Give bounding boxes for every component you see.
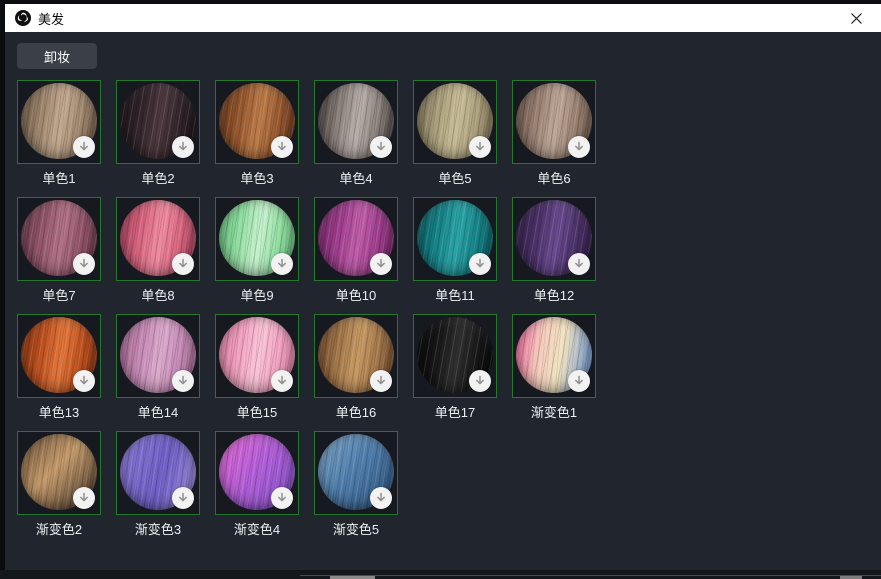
hair-swatch-frame (116, 80, 200, 164)
hair-style-dialog: 美发 卸妆 单色1 (5, 4, 881, 570)
download-icon[interactable] (73, 136, 95, 158)
download-icon[interactable] (172, 253, 194, 275)
hair-swatch-label: 单色10 (314, 287, 398, 304)
hair-swatch-frame (314, 314, 398, 398)
hair-swatch-frame (314, 431, 398, 515)
hair-swatch-tile[interactable]: 单色14 (116, 314, 200, 421)
hair-swatch-label: 单色2 (116, 170, 200, 187)
hair-swatch-frame (17, 431, 101, 515)
hair-swatch-label: 单色12 (512, 287, 596, 304)
hair-swatch-tile[interactable]: 单色6 (512, 80, 596, 187)
hair-swatch-frame (512, 314, 596, 398)
hair-swatch-tile[interactable]: 单色16 (314, 314, 398, 421)
hair-swatch-tile[interactable]: 单色8 (116, 197, 200, 304)
hair-swatch-grid: 单色1 单色2 单色3 (17, 80, 596, 538)
hair-swatch-label: 单色6 (512, 170, 596, 187)
dialog-body: 卸妆 单色1 单色2 (5, 32, 881, 570)
hair-swatch-tile[interactable]: 渐变色3 (116, 431, 200, 538)
download-icon[interactable] (271, 487, 293, 509)
hair-swatch-tile[interactable]: 单色10 (314, 197, 398, 304)
hair-swatch-label: 单色3 (215, 170, 299, 187)
download-icon[interactable] (370, 136, 392, 158)
hair-swatch-label: 单色7 (17, 287, 101, 304)
hair-swatch-label: 单色8 (116, 287, 200, 304)
hair-swatch-label: 单色5 (413, 170, 497, 187)
hair-swatch-label: 渐变色5 (314, 521, 398, 538)
close-button[interactable] (843, 6, 869, 30)
hair-swatch-tile[interactable]: 渐变色4 (215, 431, 299, 538)
dialog-title: 美发 (38, 9, 64, 28)
hair-swatch-frame (215, 197, 299, 281)
hair-swatch-frame (314, 197, 398, 281)
hair-swatch-tile[interactable]: 单色4 (314, 80, 398, 187)
hair-swatch-tile[interactable]: 单色13 (17, 314, 101, 421)
download-icon[interactable] (73, 487, 95, 509)
download-icon[interactable] (172, 370, 194, 392)
download-icon[interactable] (370, 253, 392, 275)
hair-swatch-label: 单色17 (413, 404, 497, 421)
hair-swatch-label: 单色4 (314, 170, 398, 187)
download-icon[interactable] (469, 370, 491, 392)
background-accent-line (300, 575, 881, 576)
hair-swatch-frame (116, 314, 200, 398)
hair-swatch-label: 单色1 (17, 170, 101, 187)
download-icon[interactable] (568, 136, 590, 158)
hair-swatch-frame (314, 80, 398, 164)
hair-swatch-tile[interactable]: 单色7 (17, 197, 101, 304)
hair-swatch-tile[interactable]: 单色3 (215, 80, 299, 187)
hair-swatch-tile[interactable]: 单色12 (512, 197, 596, 304)
download-icon[interactable] (271, 136, 293, 158)
download-icon[interactable] (370, 370, 392, 392)
close-icon (850, 12, 863, 25)
hair-swatch-tile[interactable]: 单色1 (17, 80, 101, 187)
hair-swatch-tile[interactable]: 单色11 (413, 197, 497, 304)
hair-swatch-frame (116, 431, 200, 515)
hair-swatch-tile[interactable]: 单色2 (116, 80, 200, 187)
hair-swatch-frame (215, 80, 299, 164)
obs-logo-icon (15, 10, 31, 26)
hair-swatch-frame (413, 80, 497, 164)
hair-swatch-frame (512, 197, 596, 281)
hair-swatch-frame (512, 80, 596, 164)
hair-swatch-label: 单色13 (17, 404, 101, 421)
download-icon[interactable] (172, 487, 194, 509)
download-icon[interactable] (271, 370, 293, 392)
hair-swatch-tile[interactable]: 渐变色5 (314, 431, 398, 538)
hair-swatch-frame (116, 197, 200, 281)
download-icon[interactable] (172, 136, 194, 158)
hair-swatch-tile[interactable]: 单色5 (413, 80, 497, 187)
hair-swatch-label: 渐变色4 (215, 521, 299, 538)
hair-swatch-tile[interactable]: 单色9 (215, 197, 299, 304)
hair-swatch-label: 渐变色2 (17, 521, 101, 538)
hair-swatch-label: 渐变色1 (512, 404, 596, 421)
hair-swatch-label: 单色11 (413, 287, 497, 304)
hair-swatch-frame (215, 314, 299, 398)
download-icon[interactable] (370, 487, 392, 509)
hair-swatch-label: 单色14 (116, 404, 200, 421)
remove-makeup-button[interactable]: 卸妆 (17, 43, 97, 69)
hair-swatch-frame (17, 80, 101, 164)
download-icon[interactable] (73, 370, 95, 392)
hair-swatch-frame (413, 197, 497, 281)
download-icon[interactable] (568, 370, 590, 392)
hair-swatch-frame (413, 314, 497, 398)
download-icon[interactable] (73, 253, 95, 275)
hair-swatch-tile[interactable]: 单色15 (215, 314, 299, 421)
download-icon[interactable] (469, 136, 491, 158)
hair-swatch-frame (17, 314, 101, 398)
hair-swatch-tile[interactable]: 单色17 (413, 314, 497, 421)
hair-swatch-frame (215, 431, 299, 515)
hair-swatch-frame (17, 197, 101, 281)
download-icon[interactable] (469, 253, 491, 275)
hair-swatch-tile[interactable]: 渐变色1 (512, 314, 596, 421)
background-window-bottom-edge (0, 570, 881, 579)
hair-swatch-tile[interactable]: 渐变色2 (17, 431, 101, 538)
hair-swatch-label: 单色16 (314, 404, 398, 421)
hair-swatch-label: 渐变色3 (116, 521, 200, 538)
hair-swatch-label: 单色9 (215, 287, 299, 304)
download-icon[interactable] (271, 253, 293, 275)
download-icon[interactable] (568, 253, 590, 275)
hair-swatch-label: 单色15 (215, 404, 299, 421)
dialog-titlebar[interactable]: 美发 (5, 4, 881, 32)
